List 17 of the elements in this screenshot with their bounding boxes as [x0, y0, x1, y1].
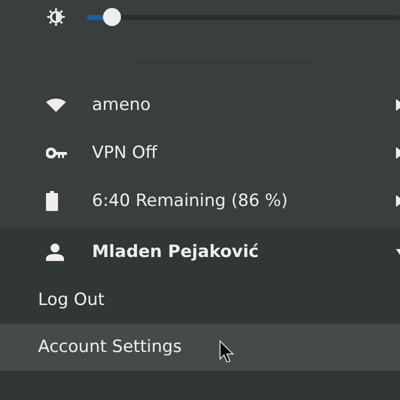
menu-item[interactable]: 6:40 Remaining (86 %): [0, 177, 400, 225]
item-label: 6:40 Remaining (86 %): [92, 191, 289, 211]
submenu-item[interactable]: Log Out: [0, 277, 400, 324]
user-name: Mladen Pejaković: [92, 242, 260, 262]
item-label: VPN Off: [92, 143, 158, 163]
submenu-item[interactable]: Account Settings: [0, 324, 400, 371]
person-icon: [46, 243, 64, 261]
brightness-slider[interactable]: [87, 8, 400, 26]
menu-item[interactable]: ameno: [0, 81, 400, 129]
key-icon: [46, 147, 68, 159]
brightness-icon: [47, 8, 65, 26]
wifi-icon: [46, 98, 66, 112]
item-label: ameno: [92, 95, 152, 115]
cursor-icon: [219, 340, 235, 364]
battery-icon: [46, 191, 58, 211]
user-menu-item[interactable]: Mladen Pejaković: [0, 227, 400, 277]
menu-item[interactable]: VPN Off: [0, 129, 400, 177]
